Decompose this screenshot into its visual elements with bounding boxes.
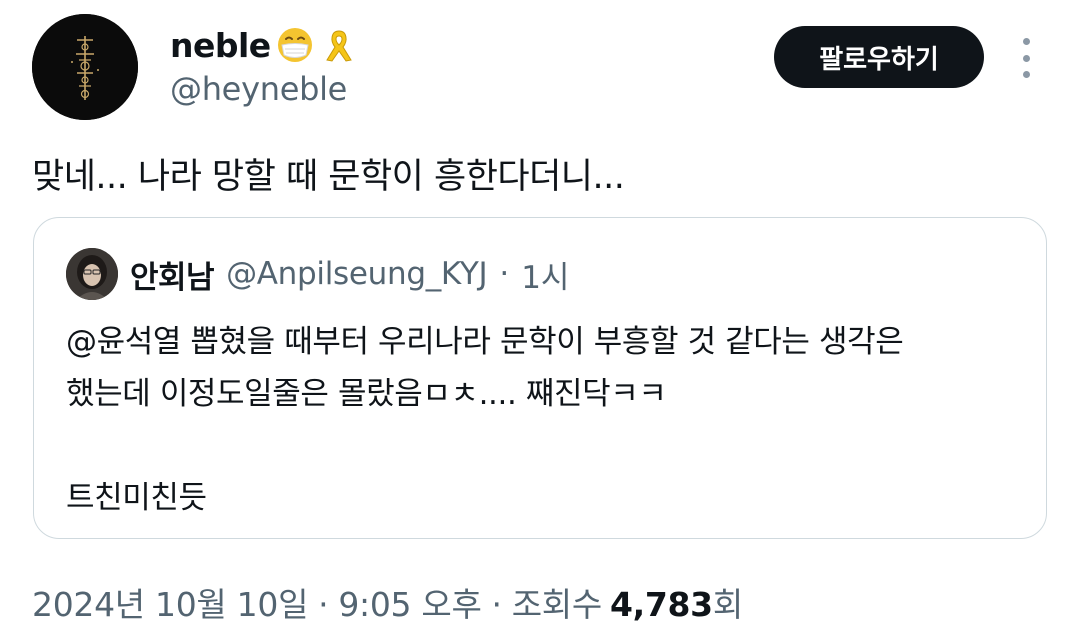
more-options-button[interactable]	[1010, 38, 1042, 78]
meta-separator: ·	[318, 585, 329, 624]
author-avatar[interactable]	[32, 14, 138, 120]
more-dot-icon	[1022, 71, 1030, 78]
tweet-time[interactable]: 9:05 오후	[338, 578, 482, 626]
quoted-avatar-image	[66, 248, 118, 300]
meta-separator: ·	[491, 585, 503, 624]
tweet-date[interactable]: 2024년 10월 10일	[32, 578, 308, 626]
more-dot-icon	[1022, 54, 1030, 62]
tweet-text: 맞네... 나라 망할 때 문학이 흥한다더니...	[32, 157, 625, 197]
quoted-author-handle[interactable]: @Anpilseung_KYJ	[226, 256, 488, 292]
author-avatar-image	[32, 14, 138, 120]
quoted-timestamp[interactable]: 1시	[521, 252, 569, 297]
quoted-author-name[interactable]: 안회남	[130, 252, 215, 297]
tweet-meta: 2024년 10월 10일 · 9:05 오후 · 조회수 4,783 회	[32, 578, 743, 626]
quoted-text-line: 했는데 이정도일줄은 몰랐음ㅁㅊ.... 쨰진닥ㅋㅋ	[66, 376, 667, 412]
mask-face-emoji-icon	[277, 28, 312, 62]
quoted-header: 안회남 @Anpilseung_KYJ · 1시	[130, 248, 569, 300]
yellow-ribbon-emoji-icon	[325, 30, 352, 62]
more-dot-icon	[1022, 38, 1030, 45]
author-name-row[interactable]: neble	[170, 22, 359, 68]
quoted-text-line	[66, 420, 1016, 472]
views-label: 조회수	[511, 585, 602, 624]
quoted-tweet-card[interactable]: 안회남 @Anpilseung_KYJ · 1시 @윤석열 뽑혔을 때부터 우리…	[33, 217, 1047, 539]
views-count: 4,783	[609, 585, 713, 624]
author-display-name[interactable]: neble	[170, 26, 271, 65]
quoted-tweet-text: @윤석열 뽑혔을 때부터 우리나라 문학이 부흥할 것 같다는 생각은 했는데 …	[66, 316, 1016, 524]
views-suffix: 회	[712, 585, 743, 624]
quoted-text-line: 트친미친듯	[66, 480, 207, 516]
author-handle[interactable]: @heyneble	[170, 70, 347, 108]
follow-button[interactable]: 팔로우하기	[774, 26, 984, 88]
quoted-author-avatar[interactable]	[66, 248, 118, 300]
quoted-separator: ·	[499, 256, 510, 292]
quoted-text-line: @윤석열 뽑혔을 때부터 우리나라 문학이 부흥할 것 같다는 생각은	[66, 324, 904, 360]
